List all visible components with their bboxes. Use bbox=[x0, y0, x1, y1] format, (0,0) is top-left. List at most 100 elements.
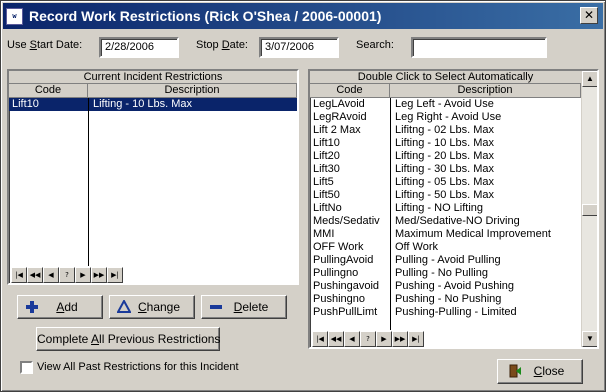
available-restriction-row[interactable]: OFF Work Off Work bbox=[310, 241, 581, 254]
current-restriction-row[interactable]: Lift10 Lifting - 10 Lbs. Max bbox=[9, 98, 297, 111]
row-description: Leg Left - Avoid Use bbox=[395, 98, 494, 110]
minus-icon bbox=[210, 305, 222, 309]
row-code: Lift 2 Max bbox=[313, 124, 361, 136]
find-record-button[interactable]: ? bbox=[360, 331, 376, 347]
available-restriction-row[interactable]: Pushingno Pushing - No Pushing bbox=[310, 293, 581, 306]
title-bar[interactable]: w Record Work Restrictions (Rick O'Shea … bbox=[3, 3, 603, 29]
available-restriction-row[interactable]: PushPullLimt Pushing-Pulling - Limited bbox=[310, 306, 581, 319]
available-restriction-row[interactable]: Pullingno Pulling - No Pulling bbox=[310, 267, 581, 280]
row-description: Maximum Medical Improvement bbox=[395, 228, 551, 240]
window-close-button[interactable]: ✕ bbox=[580, 7, 598, 24]
column-divider bbox=[390, 98, 391, 330]
change-label: Change bbox=[137, 300, 181, 314]
plus-icon bbox=[26, 301, 38, 313]
available-restriction-row[interactable]: MMI Maximum Medical Improvement bbox=[310, 228, 581, 241]
available-restriction-row[interactable]: Lift10 Lifting - 10 Lbs. Max bbox=[310, 137, 581, 150]
previous-page-button[interactable]: ◀◀ bbox=[27, 267, 43, 283]
door-exit-icon bbox=[509, 364, 521, 378]
row-code: LegRAvoid bbox=[313, 111, 367, 123]
row-description: Lifting - 05 Lbs. Max bbox=[395, 176, 495, 188]
row-description: Lifitng - 02 Lbs. Max bbox=[395, 124, 495, 136]
stop-date-field[interactable]: 3/07/2006 bbox=[259, 37, 339, 58]
row-code: Lift30 bbox=[313, 163, 340, 175]
next-record-button[interactable]: ▶ bbox=[75, 267, 91, 283]
complete-all-previous-restrictions-button[interactable]: Complete All Previous Restrictions bbox=[36, 327, 220, 351]
vertical-scrollbar[interactable]: ▲ ▼ bbox=[581, 71, 597, 347]
available-restriction-row[interactable]: LegLAvoid Leg Left - Avoid Use bbox=[310, 98, 581, 111]
available-restriction-row[interactable]: Lift 2 Max Lifitng - 02 Lbs. Max bbox=[310, 124, 581, 137]
current-description-header[interactable]: Description bbox=[88, 84, 297, 98]
previous-page-button[interactable]: ◀◀ bbox=[328, 331, 344, 347]
row-description: Pulling - Avoid Pulling bbox=[395, 254, 501, 266]
triangle-icon bbox=[117, 300, 131, 313]
available-restriction-row[interactable]: Lift5 Lifting - 05 Lbs. Max bbox=[310, 176, 581, 189]
row-description: Leg Right - Avoid Use bbox=[395, 111, 502, 123]
row-description: Pushing - No Pushing bbox=[395, 293, 502, 305]
current-nav-bar: |◀ ◀◀ ◀ ? ▶ ▶▶ ▶| bbox=[11, 267, 123, 283]
previous-record-button[interactable]: ◀ bbox=[43, 267, 59, 283]
row-code: PullingAvoid bbox=[313, 254, 374, 266]
row-code: Pullingno bbox=[313, 267, 359, 279]
next-page-button[interactable]: ▶▶ bbox=[91, 267, 107, 283]
available-restrictions-grid[interactable]: Double Click to Select Automatically Cod… bbox=[308, 69, 599, 349]
scroll-down-button[interactable]: ▼ bbox=[582, 331, 597, 347]
find-record-button[interactable]: ? bbox=[59, 267, 75, 283]
record-work-restrictions-window: w Record Work Restrictions (Rick O'Shea … bbox=[0, 0, 606, 392]
search-label: Search: bbox=[356, 39, 394, 51]
first-record-button[interactable]: |◀ bbox=[11, 267, 27, 283]
row-code: LegLAvoid bbox=[313, 98, 365, 110]
available-description-header[interactable]: Description bbox=[390, 84, 581, 98]
available-restriction-row[interactable]: Lift30 Lifting - 30 Lbs. Max bbox=[310, 163, 581, 176]
start-date-field[interactable]: 2/28/2006 bbox=[99, 37, 179, 58]
available-restriction-row[interactable]: LegRAvoid Leg Right - Avoid Use bbox=[310, 111, 581, 124]
available-restriction-row[interactable]: Pushingavoid Pushing - Avoid Pushing bbox=[310, 280, 581, 293]
row-description: Lifting - NO Lifting bbox=[395, 202, 484, 214]
first-record-button[interactable]: |◀ bbox=[312, 331, 328, 347]
available-restrictions-caption: Double Click to Select Automatically bbox=[310, 71, 581, 84]
row-code: MMI bbox=[313, 228, 335, 240]
available-rows: LegLAvoid Leg Left - Avoid Use LegRAvoid Le… bbox=[310, 98, 581, 319]
row-description: Lifting - 10 Lbs. Max bbox=[93, 98, 193, 110]
current-code-header[interactable]: Code bbox=[9, 84, 88, 98]
row-code: Pushingno bbox=[313, 293, 365, 305]
next-record-button[interactable]: ▶ bbox=[376, 331, 392, 347]
scroll-thumb[interactable] bbox=[582, 204, 597, 216]
previous-record-button[interactable]: ◀ bbox=[344, 331, 360, 347]
row-code: Lift50 bbox=[313, 189, 340, 201]
row-code: Meds/Sedativ bbox=[313, 215, 380, 227]
view-past-restrictions-label[interactable]: View All Past Restrictions for this Inci… bbox=[37, 361, 239, 373]
close-button[interactable]: Close bbox=[497, 359, 583, 384]
last-record-button[interactable]: ▶| bbox=[107, 267, 123, 283]
add-button[interactable]: Add bbox=[17, 295, 103, 319]
row-code: Lift5 bbox=[313, 176, 334, 188]
row-code: LiftNo bbox=[313, 202, 342, 214]
available-restriction-row[interactable]: Lift20 Lifting - 20 Lbs. Max bbox=[310, 150, 581, 163]
delete-button[interactable]: Delete bbox=[201, 295, 287, 319]
row-description: Lifting - 30 Lbs. Max bbox=[395, 163, 495, 175]
app-icon: w bbox=[6, 8, 23, 25]
add-label: Add bbox=[56, 300, 78, 314]
available-restriction-row[interactable]: Lift50 Lifting - 50 Lbs. Max bbox=[310, 189, 581, 202]
row-description: Pulling - No Pulling bbox=[395, 267, 488, 279]
row-code: Lift10 bbox=[313, 137, 340, 149]
current-restrictions-grid[interactable]: Current Incident Restrictions Code Descr… bbox=[7, 69, 299, 285]
start-date-label: Use Start Date: bbox=[7, 39, 83, 51]
available-code-header[interactable]: Code bbox=[310, 84, 390, 98]
row-description: Lifting - 10 Lbs. Max bbox=[395, 137, 495, 149]
change-button[interactable]: Change bbox=[109, 295, 195, 319]
scroll-up-button[interactable]: ▲ bbox=[582, 71, 597, 87]
window-title: Record Work Restrictions (Rick O'Shea / … bbox=[29, 8, 382, 24]
available-restriction-row[interactable]: PullingAvoid Pulling - Avoid Pulling bbox=[310, 254, 581, 267]
available-restriction-row[interactable]: LiftNo Lifting - NO Lifting bbox=[310, 202, 581, 215]
row-description: Med/Sedative-NO Driving bbox=[395, 215, 520, 227]
last-record-button[interactable]: ▶| bbox=[408, 331, 424, 347]
available-restriction-row[interactable]: Meds/Sedativ Med/Sedative-NO Driving bbox=[310, 215, 581, 228]
row-code: Lift20 bbox=[313, 150, 340, 162]
search-input[interactable] bbox=[411, 37, 547, 58]
view-past-restrictions-checkbox[interactable] bbox=[20, 361, 33, 374]
row-code: Pushingavoid bbox=[313, 280, 380, 292]
next-page-button[interactable]: ▶▶ bbox=[392, 331, 408, 347]
row-code: OFF Work bbox=[313, 241, 364, 253]
delete-label: Delete bbox=[233, 300, 269, 314]
current-restrictions-caption: Current Incident Restrictions bbox=[9, 71, 297, 84]
